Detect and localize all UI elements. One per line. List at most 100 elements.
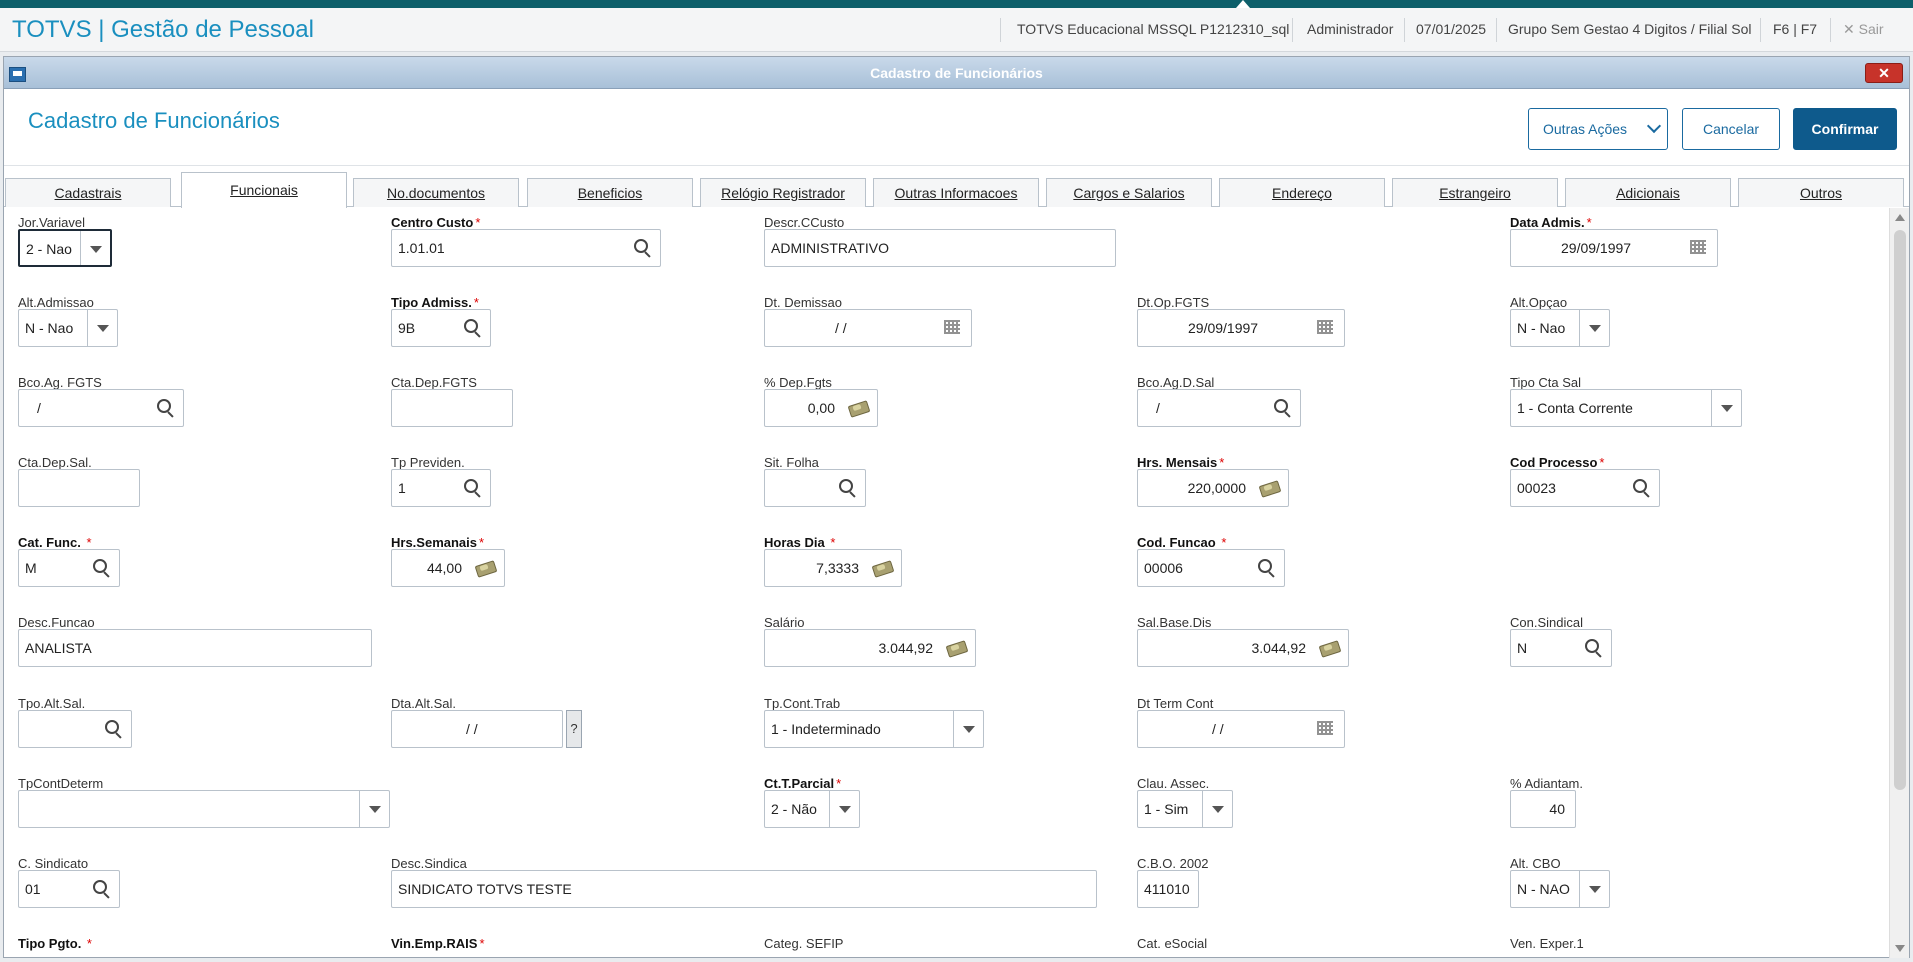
calculator-icon[interactable]	[1254, 470, 1284, 506]
tab-relogio-registrador[interactable]: Relógio Registrador	[700, 178, 866, 207]
tab-beneficios[interactable]: Beneficios	[527, 178, 693, 207]
pct-adiantam-field[interactable]: 40	[1510, 790, 1576, 828]
dta-alt-sal-field[interactable]: / /	[391, 710, 563, 748]
exit-button[interactable]: ✕ Sair	[1843, 21, 1884, 38]
tab-no-documentos[interactable]: No.documentos	[353, 178, 519, 207]
tp-cont-determ-label: TpContDeterm	[18, 776, 104, 791]
desc-funcao-field[interactable]: ANALISTA	[18, 629, 372, 667]
sit-folha-field[interactable]	[764, 469, 866, 507]
salario-field[interactable]: 3.044,92	[764, 629, 976, 667]
chevron-down-icon[interactable]	[1579, 871, 1609, 907]
search-icon[interactable]	[97, 711, 127, 747]
other-actions-button[interactable]: Outras Ações	[1528, 108, 1668, 150]
search-icon[interactable]	[626, 230, 656, 266]
search-icon[interactable]	[85, 550, 115, 586]
jor-variavel-select[interactable]: 2 - Nao	[18, 229, 112, 267]
search-icon[interactable]	[456, 310, 486, 346]
chevron-down-icon[interactable]	[953, 711, 983, 747]
vertical-scrollbar[interactable]	[1889, 208, 1909, 958]
scroll-thumb[interactable]	[1894, 230, 1906, 790]
search-icon[interactable]	[456, 470, 486, 506]
alt-cbo-select[interactable]: N - NAO	[1510, 870, 1610, 908]
tpo-alt-sal-field[interactable]	[18, 710, 132, 748]
ct-t-parcial-select[interactable]: 2 - Não	[764, 790, 860, 828]
scroll-down-icon[interactable]	[1895, 945, 1905, 952]
search-icon[interactable]	[1625, 470, 1655, 506]
con-sindical-field[interactable]: N	[1510, 629, 1612, 667]
tab-endereco[interactable]: Endereço	[1219, 178, 1385, 207]
calculator-icon[interactable]	[470, 550, 500, 586]
bco-ag-d-sal-field[interactable]: /	[1137, 389, 1301, 427]
search-icon[interactable]	[149, 390, 179, 426]
calculator-icon[interactable]	[867, 550, 897, 586]
dt-demissao-field[interactable]: / /	[764, 309, 972, 347]
dt-term-cont-field[interactable]: / /	[1137, 710, 1345, 748]
calendar-icon[interactable]	[1310, 711, 1340, 747]
tab-cadastrais[interactable]: Cadastrais	[5, 178, 171, 207]
alt-admissao-select[interactable]: N - Nao	[18, 309, 118, 347]
chevron-down-icon[interactable]	[359, 791, 389, 827]
calculator-icon[interactable]	[843, 390, 873, 426]
tab-estrangeiro[interactable]: Estrangeiro	[1392, 178, 1558, 207]
tipo-admiss-field[interactable]: 9B	[391, 309, 491, 347]
calculator-icon[interactable]	[1314, 630, 1344, 666]
descr-ccusto-field[interactable]: ADMINISTRATIVO	[764, 229, 1116, 267]
shortcut-label[interactable]: F6 | F7	[1773, 21, 1817, 37]
sal-base-dis-field[interactable]: 3.044,92	[1137, 629, 1349, 667]
cbo-2002-field[interactable]: 411010	[1137, 870, 1199, 908]
dt-term-cont-label: Dt Term Cont	[1137, 696, 1214, 711]
hrs-mensais-field[interactable]: 220,0000	[1137, 469, 1289, 507]
chevron-down-icon[interactable]	[1711, 390, 1741, 426]
confirm-button[interactable]: Confirmar	[1793, 108, 1897, 150]
search-icon[interactable]	[1250, 550, 1280, 586]
tab-outros[interactable]: Outros	[1738, 178, 1904, 207]
collapse-caret-icon[interactable]	[1236, 0, 1250, 8]
calendar-icon[interactable]	[1310, 310, 1340, 346]
chevron-down-icon[interactable]	[80, 231, 110, 265]
con-sindical-label: Con.Sindical	[1510, 615, 1583, 630]
dt-op-fgts-field[interactable]: 29/09/1997	[1137, 309, 1345, 347]
chevron-down-icon[interactable]	[87, 310, 117, 346]
cancel-button[interactable]: Cancelar	[1682, 108, 1780, 150]
data-admis-field[interactable]: 29/09/1997	[1510, 229, 1718, 267]
tipo-cta-sal-select[interactable]: 1 - Conta Corrente	[1510, 389, 1742, 427]
cod-processo-field[interactable]: 00023	[1510, 469, 1660, 507]
branch-label[interactable]: Grupo Sem Gestao 4 Digitos / Filial Sol	[1508, 21, 1752, 37]
chevron-down-icon[interactable]	[1202, 791, 1232, 827]
horas-dia-field[interactable]: 7,3333	[764, 549, 902, 587]
cod-funcao-field[interactable]: 00006	[1137, 549, 1285, 587]
window-close-button[interactable]: ✕	[1865, 63, 1903, 83]
centro-custo-field[interactable]: 1.01.01	[391, 229, 661, 267]
chevron-down-icon[interactable]	[829, 791, 859, 827]
calendar-icon[interactable]	[1683, 230, 1713, 266]
cta-dep-fgts-field[interactable]	[391, 389, 513, 427]
cat-func-field[interactable]: M	[18, 549, 120, 587]
tp-previden-field[interactable]: 1	[391, 469, 491, 507]
bco-ag-fgts-field[interactable]: /	[18, 389, 184, 427]
calendar-icon[interactable]	[937, 310, 967, 346]
pct-dep-fgts-field[interactable]: 0,00	[764, 389, 878, 427]
horas-dia-label: Horas Dia	[764, 535, 835, 550]
alt-cbo-label: Alt. CBO	[1510, 856, 1561, 871]
tab-outras-informacoes[interactable]: Outras Informacoes	[873, 178, 1039, 207]
search-icon[interactable]	[831, 470, 861, 506]
cta-dep-sal-field[interactable]	[18, 469, 140, 507]
tp-cont-determ-select[interactable]	[18, 790, 390, 828]
calculator-icon[interactable]	[941, 630, 971, 666]
app-bar: TOTVS | Gestão de Pessoal TOTVS Educacio…	[0, 8, 1913, 52]
tab-adicionais[interactable]: Adicionais	[1565, 178, 1731, 207]
search-icon[interactable]	[1577, 630, 1607, 666]
scroll-up-icon[interactable]	[1895, 214, 1905, 221]
hrs-semanais-field[interactable]: 44,00	[391, 549, 505, 587]
dta-alt-sal-help-button[interactable]: ?	[566, 710, 582, 748]
search-icon[interactable]	[85, 871, 115, 907]
chevron-down-icon[interactable]	[1579, 310, 1609, 346]
tp-cont-trab-select[interactable]: 1 - Indeterminado	[764, 710, 984, 748]
tab-cargos-salarios[interactable]: Cargos e Salarios	[1046, 178, 1212, 207]
alt-opcao-select[interactable]: N - Nao	[1510, 309, 1610, 347]
desc-sindica-field[interactable]: SINDICATO TOTVS TESTE	[391, 870, 1097, 908]
search-icon[interactable]	[1266, 390, 1296, 426]
clau-assec-select[interactable]: 1 - Sim	[1137, 790, 1233, 828]
tab-funcionais[interactable]: Funcionais	[181, 172, 347, 208]
c-sindicato-field[interactable]: 01	[18, 870, 120, 908]
